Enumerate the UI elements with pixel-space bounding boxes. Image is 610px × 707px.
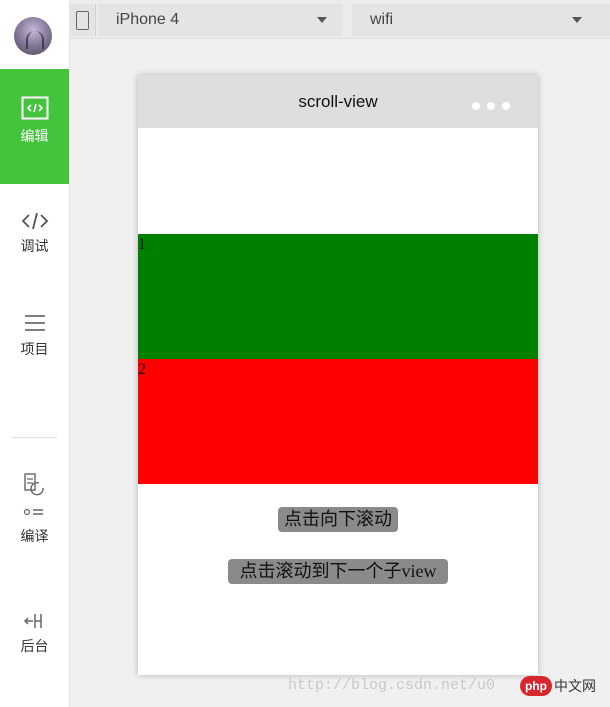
scroll-item: 1	[138, 234, 538, 359]
scroll-view[interactable]: 1 2	[138, 128, 538, 484]
scroll-item-label: 1	[138, 236, 146, 253]
device-toggle-button[interactable]	[69, 4, 96, 36]
chevron-down-icon	[317, 17, 327, 23]
sidebar: 编辑 调试 项目 编译 后台	[0, 0, 70, 707]
phone-simulator: scroll-view 1 2 点击向下滚动 点击滚动到下一个子view	[138, 75, 538, 675]
avatar[interactable]	[14, 17, 52, 55]
simulator-toolbar: iPhone 4 wifi	[69, 0, 610, 39]
phone-icon	[76, 11, 89, 30]
sidebar-item-project[interactable]: 项目	[0, 313, 69, 359]
network-select-value: wifi	[370, 11, 394, 28]
chevron-down-icon	[572, 17, 582, 23]
compile-icon	[23, 473, 44, 516]
sidebar-item-label: 调试	[20, 238, 49, 254]
more-icon[interactable]	[472, 97, 517, 115]
sidebar-item-backend[interactable]: 后台	[0, 612, 69, 656]
device-select[interactable]: iPhone 4	[98, 4, 343, 36]
scroll-next-view-button[interactable]: 点击滚动到下一个子view	[228, 559, 448, 584]
menu-icon	[24, 315, 45, 331]
scroll-down-button[interactable]: 点击向下滚动	[278, 507, 398, 532]
watermark-url: http://blog.csdn.net/u0	[288, 677, 496, 694]
sidebar-item-debug[interactable]: 调试	[0, 212, 69, 256]
sidebar-item-label: 编译	[20, 528, 49, 544]
watermark-logo: php 中文网	[520, 676, 596, 700]
code-brackets-icon	[21, 212, 48, 230]
watermark-site: 中文网	[554, 678, 596, 694]
sidebar-item-label: 编辑	[20, 128, 49, 144]
network-select[interactable]: wifi	[352, 4, 610, 36]
code-box-icon	[21, 96, 48, 120]
sidebar-item-label: 项目	[20, 341, 49, 357]
sidebar-item-compile[interactable]: 编译	[0, 472, 69, 546]
sidebar-divider	[12, 437, 57, 438]
sidebar-item-edit[interactable]: 编辑	[0, 69, 69, 184]
device-select-value: iPhone 4	[116, 11, 180, 28]
scroll-item-label: 2	[138, 361, 146, 378]
backend-icon	[23, 614, 42, 628]
sidebar-item-label: 后台	[20, 638, 49, 654]
php-badge: php	[520, 676, 552, 696]
navigation-bar: scroll-view	[138, 75, 538, 128]
scroll-item: 2	[138, 359, 538, 484]
